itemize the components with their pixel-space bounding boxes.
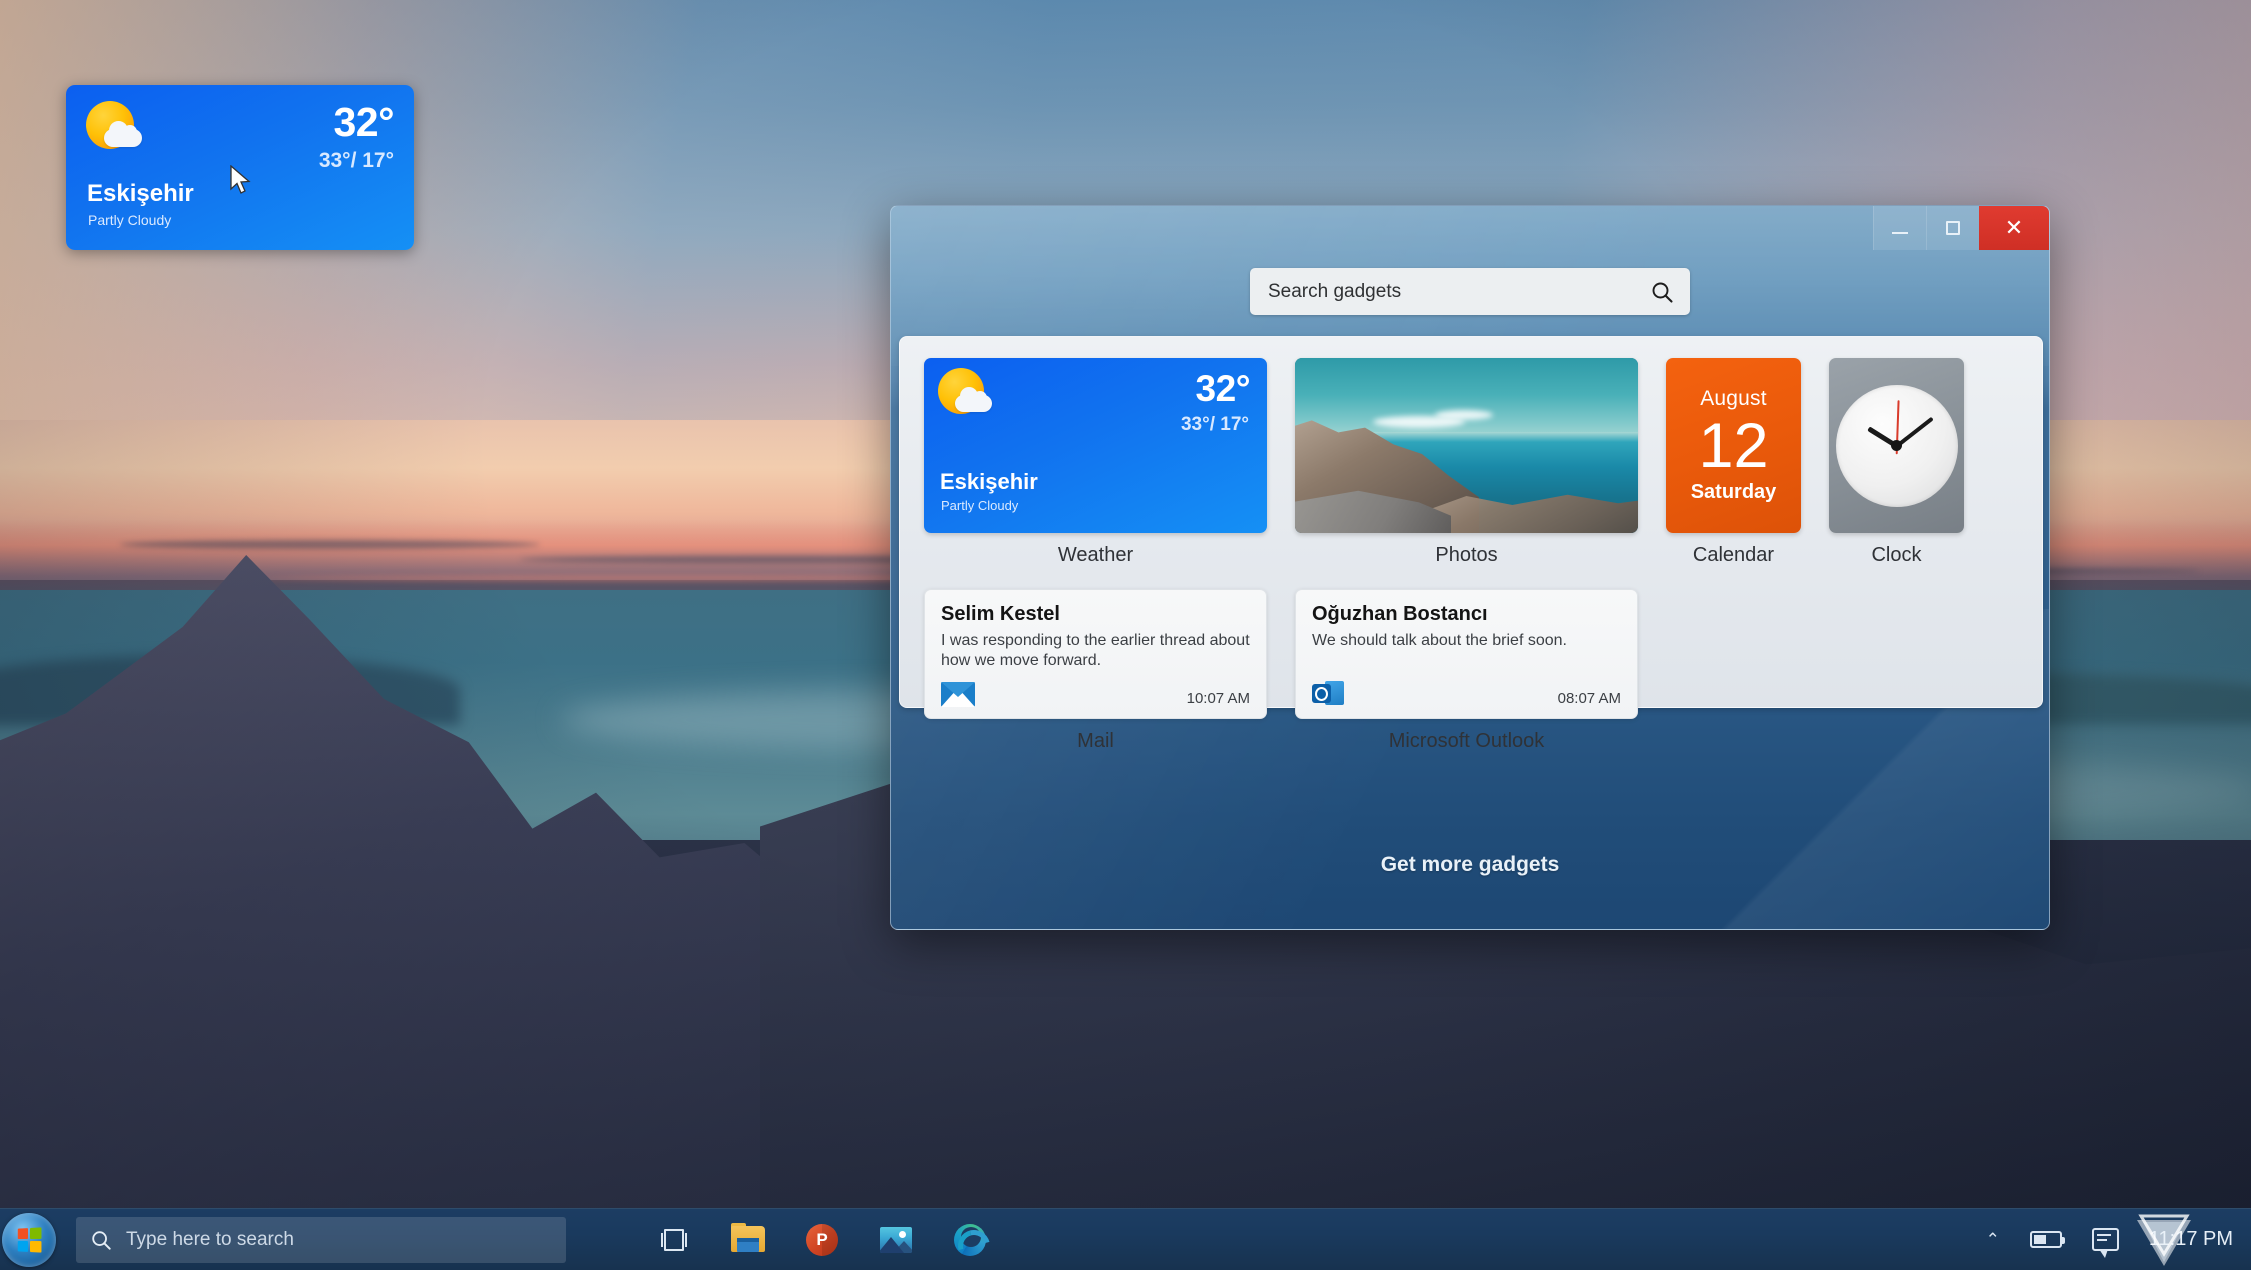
desktop-weather-widget[interactable]: 32° 33°/ 17° Eskişehir Partly Cloudy	[66, 85, 414, 250]
minimize-button[interactable]	[1873, 206, 1926, 250]
weather-condition: Partly Cloudy	[88, 212, 171, 228]
search-gadgets-box[interactable]	[1250, 268, 1690, 315]
taskbar[interactable]: P ⌃ 11:17 PM	[0, 1208, 2251, 1270]
close-icon: ✕	[2005, 217, 2023, 239]
weather-city: Eskişehir	[87, 180, 194, 208]
gadget-row-2: Selim Kestel I was responding to the ear…	[924, 589, 2018, 753]
start-button[interactable]	[2, 1213, 56, 1267]
mail-preview: I was responding to the earlier thread a…	[941, 631, 1250, 672]
taskbar-app-icons: P	[654, 1220, 990, 1260]
weather-temperature: 32°	[333, 99, 394, 146]
get-more-gadgets-container: Get more gadgets	[891, 853, 2049, 877]
gadget-mail[interactable]: Selim Kestel I was responding to the ear…	[924, 589, 1267, 753]
task-view-icon	[661, 1229, 687, 1251]
wallpaper-cloud-streak	[120, 540, 540, 549]
gadget-outlook[interactable]: Oğuzhan Bostancı We should talk about th…	[1295, 589, 1638, 753]
window-controls[interactable]: ✕	[1873, 206, 2049, 250]
gadget-label-calendar: Calendar	[1693, 544, 1774, 567]
search-icon[interactable]	[90, 1229, 112, 1251]
weather-tile-city: Eskişehir	[940, 469, 1038, 495]
mail-footer: 10:07 AM	[941, 682, 1250, 707]
search-bar-container	[891, 268, 2049, 315]
clock-center-pin	[1891, 440, 1902, 451]
battery-icon[interactable]	[2030, 1231, 2062, 1248]
calendar-month: August	[1700, 387, 1767, 411]
powerpoint-glyph: P	[816, 1230, 827, 1250]
outlook-sender: Oğuzhan Bostancı	[1312, 603, 1621, 626]
analog-clock-icon	[1836, 385, 1958, 507]
outlook-preview: We should talk about the brief soon.	[1312, 631, 1621, 651]
weather-tile-temperature: 32°	[1196, 368, 1250, 410]
weather-tile[interactable]: 32° 33°/ 17° Eskişehir Partly Cloudy	[924, 358, 1267, 533]
gadget-label-mail: Mail	[1077, 730, 1114, 753]
gadget-grid-panel: 32° 33°/ 17° Eskişehir Partly Cloudy Wea…	[899, 336, 2043, 708]
gadget-label-clock: Clock	[1871, 544, 1921, 567]
show-hidden-icons-chevron-up-icon[interactable]: ⌃	[1986, 1230, 2000, 1250]
search-gadgets-input[interactable]	[1268, 281, 1650, 303]
outlook-icon	[1312, 679, 1344, 707]
gadget-weather[interactable]: 32° 33°/ 17° Eskişehir Partly Cloudy Wea…	[924, 358, 1267, 567]
mail-sender: Selim Kestel	[941, 603, 1250, 626]
file-explorer-icon	[731, 1226, 765, 1254]
gadgets-window[interactable]: ✕	[890, 205, 2050, 930]
powerpoint-icon: P	[806, 1224, 838, 1256]
gadget-row-1: 32° 33°/ 17° Eskişehir Partly Cloudy Wea…	[924, 358, 2018, 567]
powerpoint-button[interactable]: P	[802, 1220, 842, 1260]
edge-button[interactable]	[950, 1220, 990, 1260]
system-tray: ⌃ 11:17 PM	[1986, 1228, 2251, 1251]
weather-temp-range: 33°/ 17°	[319, 149, 394, 173]
windows-orb-icon	[18, 1227, 42, 1252]
microsoft-edge-icon	[954, 1224, 986, 1256]
chat-icon[interactable]	[2092, 1228, 2119, 1251]
outlook-footer: 08:07 AM	[1312, 679, 1621, 707]
gadget-label-photos: Photos	[1435, 544, 1497, 567]
task-view-button[interactable]	[654, 1220, 694, 1260]
calendar-day: 12	[1698, 413, 1768, 479]
get-more-gadgets-link[interactable]: Get more gadgets	[1381, 853, 1560, 876]
photos-app-icon	[880, 1227, 912, 1253]
weather-tile-temp-range: 33°/ 17°	[1181, 414, 1249, 436]
outlook-tile[interactable]: Oğuzhan Bostancı We should talk about th…	[1295, 589, 1638, 719]
calendar-tile[interactable]: August 12 Saturday	[1666, 358, 1801, 533]
photos-app-button[interactable]	[876, 1220, 916, 1260]
search-icon[interactable]	[1650, 280, 1674, 304]
taskbar-clock[interactable]: 11:17 PM	[2149, 1228, 2233, 1251]
calendar-weekday: Saturday	[1691, 481, 1777, 504]
gadget-photos[interactable]: Photos	[1295, 358, 1638, 567]
weather-tile-condition: Partly Cloudy	[941, 498, 1018, 513]
close-button[interactable]: ✕	[1979, 206, 2049, 250]
desktop[interactable]: 32° 33°/ 17° Eskişehir Partly Cloudy ✕	[0, 0, 2251, 1270]
mail-time: 10:07 AM	[1187, 690, 1250, 707]
photo-cloud	[1435, 410, 1493, 420]
photo-sky	[1295, 358, 1638, 440]
gadget-label-weather: Weather	[1058, 544, 1133, 567]
outlook-time: 08:07 AM	[1558, 690, 1621, 707]
taskbar-search-input[interactable]	[126, 1229, 552, 1251]
gadget-clock[interactable]: Clock	[1829, 358, 1964, 567]
partly-cloudy-icon	[86, 101, 148, 157]
partly-cloudy-icon	[938, 368, 1000, 424]
maximize-button[interactable]	[1926, 206, 1979, 250]
file-explorer-button[interactable]	[728, 1220, 768, 1260]
gadget-calendar[interactable]: August 12 Saturday Calendar	[1666, 358, 1801, 567]
clock-tile[interactable]	[1829, 358, 1964, 533]
envelope-icon	[941, 682, 975, 707]
mail-tile[interactable]: Selim Kestel I was responding to the ear…	[924, 589, 1267, 719]
gadget-label-outlook: Microsoft Outlook	[1389, 730, 1545, 753]
taskbar-search-box[interactable]	[76, 1217, 566, 1263]
photos-tile[interactable]	[1295, 358, 1638, 533]
